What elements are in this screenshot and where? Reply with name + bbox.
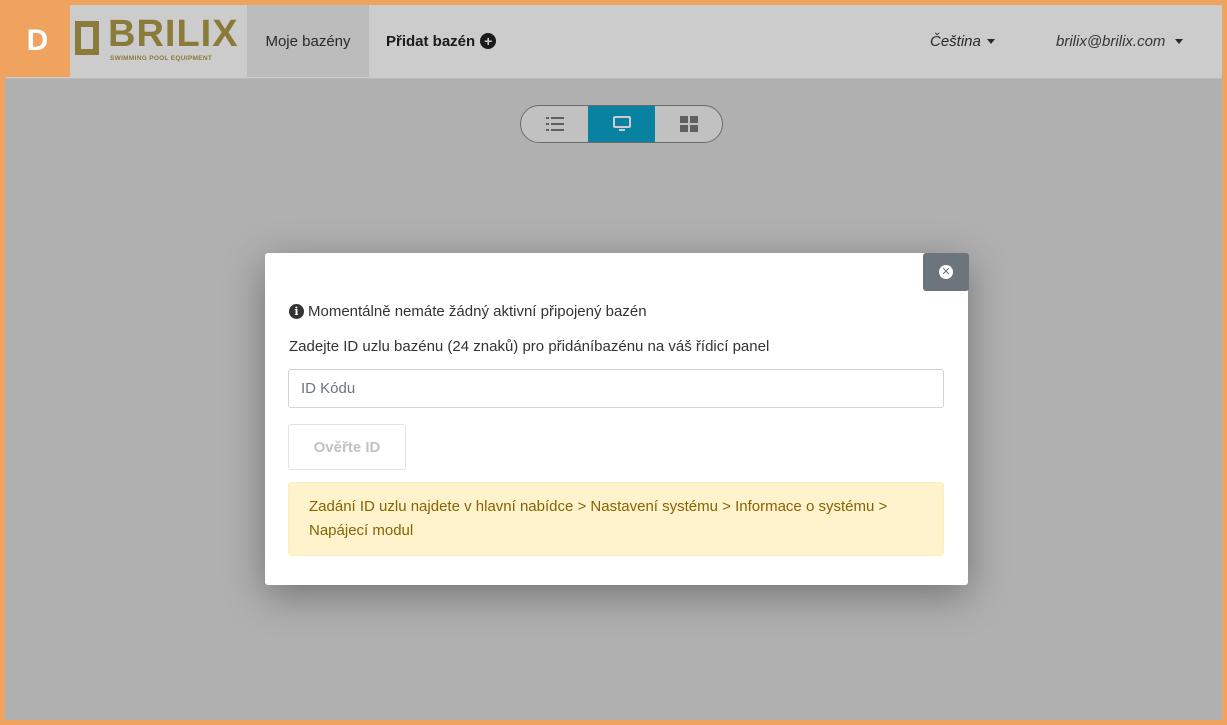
verify-id-button[interactable]: Ověřte ID bbox=[288, 424, 406, 470]
step-badge: D bbox=[5, 5, 70, 77]
instruction-text: Zadejte ID uzlu bazénu (24 znaků) pro př… bbox=[289, 338, 770, 355]
app-frame: BRILIX SWIMMING POOL EQUIPMENT Moje bazé… bbox=[0, 0, 1227, 725]
info-icon: i bbox=[289, 304, 304, 319]
close-icon: ✕ bbox=[939, 265, 953, 279]
node-id-input[interactable] bbox=[288, 369, 944, 408]
no-pool-message: i Momentálně nemáte žádný aktivní připoj… bbox=[289, 303, 647, 320]
add-pool-modal: ✕ i Momentálně nemáte žádný aktivní přip… bbox=[265, 253, 969, 585]
close-button[interactable]: ✕ bbox=[923, 253, 969, 291]
no-pool-message-text: Momentálně nemáte žádný aktivní připojen… bbox=[308, 303, 647, 320]
hint-alert: Zadání ID uzlu najdete v hlavní nabídce … bbox=[288, 482, 944, 556]
